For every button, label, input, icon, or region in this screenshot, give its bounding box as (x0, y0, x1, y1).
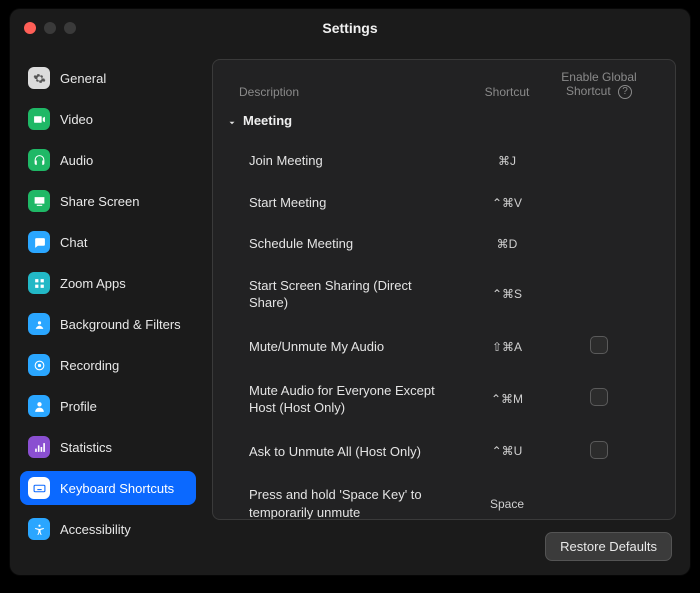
row-description: Press and hold 'Space Key' to temporaril… (249, 486, 459, 519)
row-shortcut[interactable]: Space (467, 497, 547, 511)
keyboard-icon (28, 477, 50, 499)
sidebar-item-profile[interactable]: Profile (20, 389, 196, 423)
row-shortcut[interactable]: ⌘D (467, 237, 547, 251)
row-enable (555, 388, 643, 410)
row-shortcut[interactable]: ⌃⌘M (467, 392, 547, 406)
profile-icon (28, 395, 50, 417)
main-panel: Description Shortcut Enable Global Short… (206, 47, 690, 575)
section-title: Meeting (243, 113, 292, 128)
sidebar-item-label: Video (60, 112, 93, 127)
row-shortcut[interactable]: ⌃⌘U (467, 444, 547, 458)
row-description: Join Meeting (249, 152, 459, 170)
row-press-hold-space[interactable]: Press and hold 'Space Key' to temporaril… (223, 474, 657, 519)
sidebar-item-accessibility[interactable]: Accessibility (20, 512, 196, 546)
row-enable (555, 336, 643, 358)
sidebar-item-share-screen[interactable]: Share Screen (20, 184, 196, 218)
row-ask-to-unmute-all[interactable]: Ask to Unmute All (Host Only) ⌃⌘U (223, 429, 657, 475)
statistics-icon (28, 436, 50, 458)
sidebar-item-zoom-apps[interactable]: Zoom Apps (20, 266, 196, 300)
row-description: Ask to Unmute All (Host Only) (249, 443, 459, 461)
header-description: Description (239, 85, 459, 99)
shortcuts-table: Description Shortcut Enable Global Short… (212, 59, 676, 520)
row-schedule-meeting[interactable]: Schedule Meeting ⌘D (223, 223, 657, 265)
row-description: Start Screen Sharing (Direct Share) (249, 277, 459, 312)
sidebar-item-label: Keyboard Shortcuts (60, 481, 174, 496)
share-screen-icon (28, 190, 50, 212)
accessibility-icon (28, 518, 50, 540)
enable-global-checkbox[interactable] (590, 441, 608, 459)
sidebar-item-label: General (60, 71, 106, 86)
row-enable (555, 441, 643, 463)
sidebar-item-statistics[interactable]: Statistics (20, 430, 196, 464)
sidebar-item-label: Background & Filters (60, 317, 181, 332)
sidebar-item-label: Accessibility (60, 522, 131, 537)
sidebar-item-label: Zoom Apps (60, 276, 126, 291)
traffic-lights (24, 22, 76, 34)
sidebar: General Video Audio Share Screen (10, 47, 206, 575)
minimize-button[interactable] (44, 22, 56, 34)
sidebar-item-label: Statistics (60, 440, 112, 455)
sidebar-item-keyboard-shortcuts[interactable]: Keyboard Shortcuts (20, 471, 196, 505)
maximize-button[interactable] (64, 22, 76, 34)
titlebar: Settings (10, 9, 690, 47)
row-shortcut[interactable]: ⇧⌘A (467, 340, 547, 354)
sidebar-item-label: Recording (60, 358, 119, 373)
enable-global-checkbox[interactable] (590, 388, 608, 406)
chevron-down-icon (227, 116, 237, 126)
gear-icon (28, 67, 50, 89)
sidebar-item-label: Audio (60, 153, 93, 168)
header-shortcut: Shortcut (467, 85, 547, 99)
video-icon (28, 108, 50, 130)
sidebar-item-general[interactable]: General (20, 61, 196, 95)
row-shortcut[interactable]: ⌃⌘V (467, 196, 547, 210)
sidebar-item-background-filters[interactable]: Background & Filters (20, 307, 196, 341)
close-button[interactable] (24, 22, 36, 34)
sidebar-item-label: Chat (60, 235, 87, 250)
headphones-icon (28, 149, 50, 171)
row-description: Mute/Unmute My Audio (249, 338, 459, 356)
row-mute-everyone-except-host[interactable]: Mute Audio for Everyone Except Host (Hos… (223, 370, 657, 429)
recording-icon (28, 354, 50, 376)
row-start-meeting[interactable]: Start Meeting ⌃⌘V (223, 182, 657, 224)
settings-window: Settings General Video Audio (10, 9, 690, 575)
row-description: Mute Audio for Everyone Except Host (Hos… (249, 382, 459, 417)
sidebar-item-label: Profile (60, 399, 97, 414)
sidebar-item-video[interactable]: Video (20, 102, 196, 136)
window-title: Settings (322, 20, 377, 36)
sidebar-item-chat[interactable]: Chat (20, 225, 196, 259)
body: General Video Audio Share Screen (10, 47, 690, 575)
row-shortcut[interactable]: ⌃⌘S (467, 287, 547, 301)
row-description: Start Meeting (249, 194, 459, 212)
header-enable-global: Enable Global Shortcut ? (555, 70, 643, 99)
help-icon[interactable]: ? (618, 85, 632, 99)
row-start-screen-sharing[interactable]: Start Screen Sharing (Direct Share) ⌃⌘S (223, 265, 657, 324)
row-description: Schedule Meeting (249, 235, 459, 253)
enable-global-checkbox[interactable] (590, 336, 608, 354)
chat-icon (28, 231, 50, 253)
background-filters-icon (28, 313, 50, 335)
row-mute-unmute-my-audio[interactable]: Mute/Unmute My Audio ⇧⌘A (223, 324, 657, 370)
sidebar-item-label: Share Screen (60, 194, 140, 209)
sidebar-item-recording[interactable]: Recording (20, 348, 196, 382)
apps-icon (28, 272, 50, 294)
table-header: Description Shortcut Enable Global Short… (213, 60, 675, 109)
sidebar-item-audio[interactable]: Audio (20, 143, 196, 177)
footer: Restore Defaults (212, 520, 676, 563)
row-join-meeting[interactable]: Join Meeting ⌘J (223, 140, 657, 182)
restore-defaults-button[interactable]: Restore Defaults (545, 532, 672, 561)
section-meeting[interactable]: Meeting (223, 109, 657, 140)
table-body[interactable]: Meeting Join Meeting ⌘J Start Meeting ⌃⌘… (213, 109, 675, 519)
row-shortcut[interactable]: ⌘J (467, 154, 547, 168)
